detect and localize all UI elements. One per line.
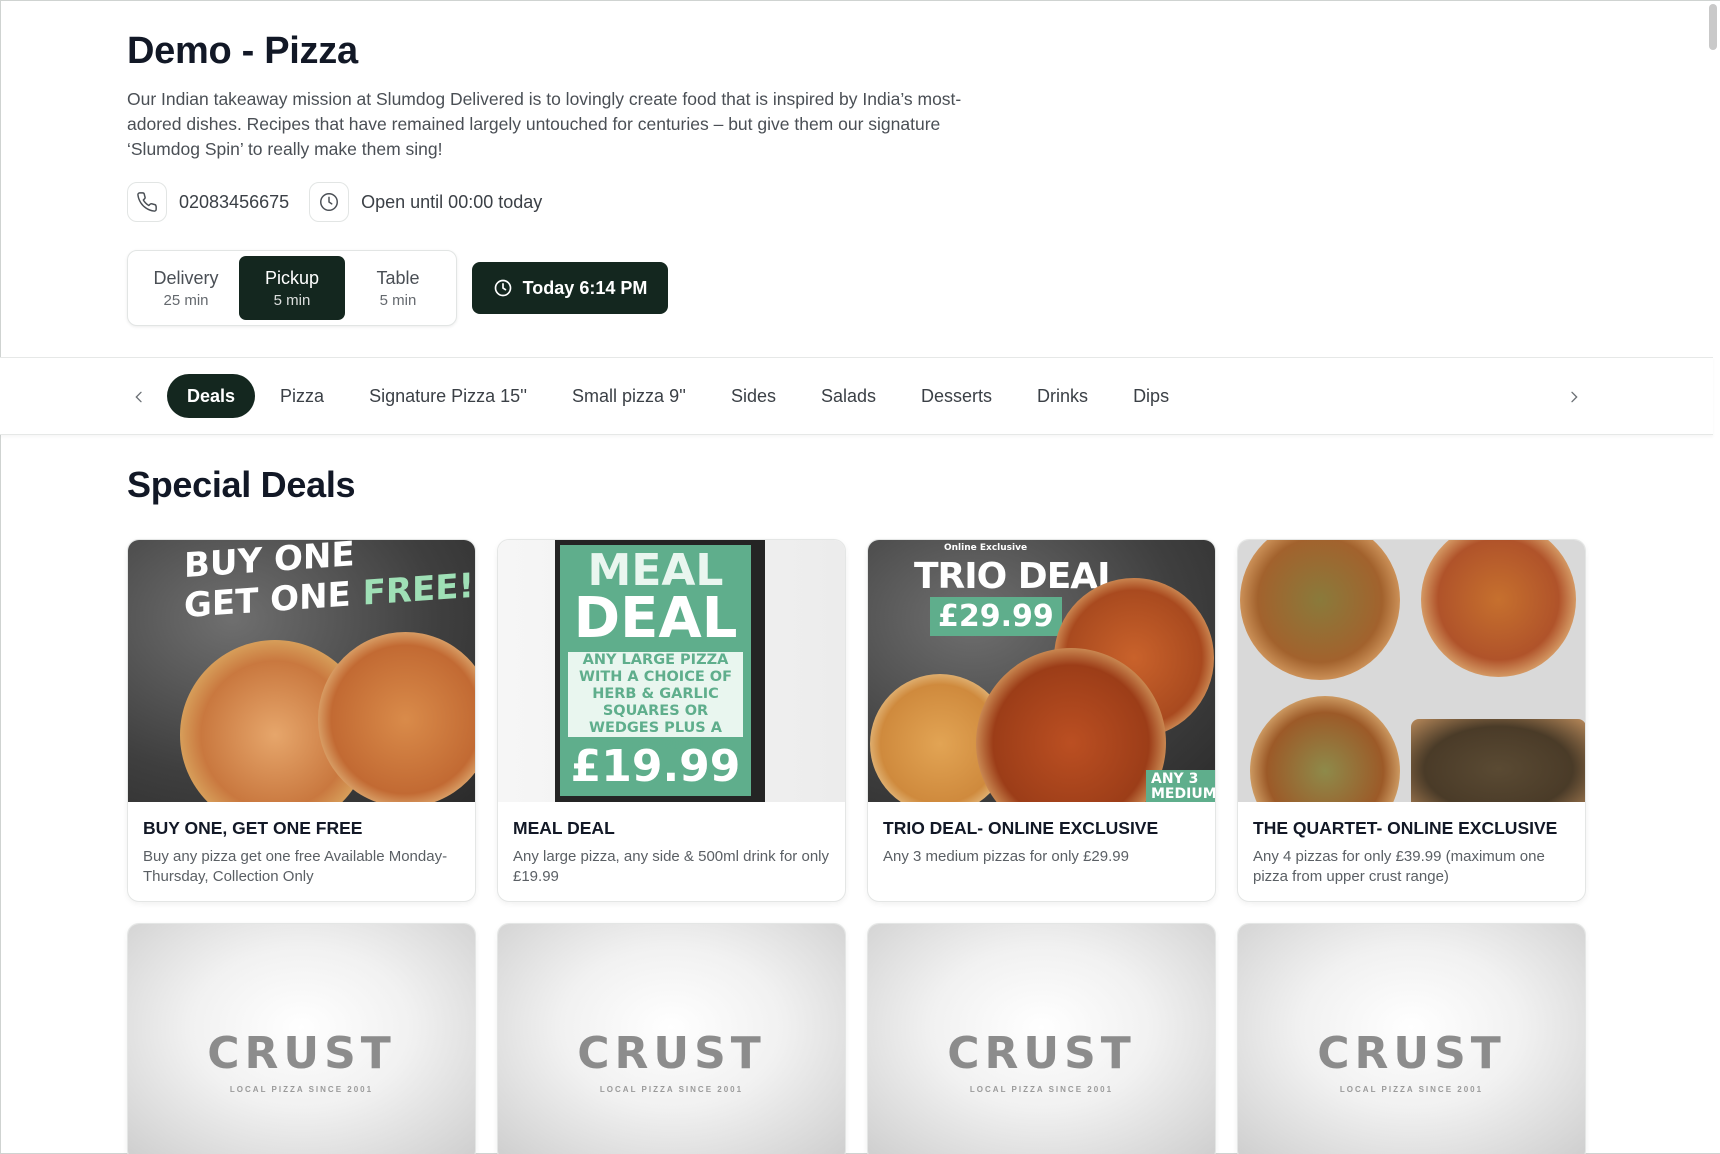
- deal-description: Any large pizza, any side & 500ml drink …: [513, 848, 829, 885]
- category-sides[interactable]: Sides: [711, 374, 796, 418]
- clock-icon: [493, 278, 513, 298]
- deal-card[interactable]: Online Exclusive TRIO DEAL £29.99 ANY 3 …: [867, 539, 1216, 902]
- crust-logo-tagline: LOCAL PIZZA SINCE 2001: [599, 1085, 744, 1094]
- deal-card-placeholder[interactable]: CRUST LOCAL PIZZA SINCE 2001: [127, 923, 476, 1154]
- deal-card-body: MEAL DEAL Any large pizza, any side & 50…: [498, 802, 845, 887]
- deal-card-body: TRIO DEAL- ONLINE EXCLUSIVE Any 3 medium…: [868, 802, 1215, 867]
- deal-card-placeholder[interactable]: CRUST LOCAL PIZZA SINCE 2001: [1237, 923, 1586, 1154]
- schedule-time-button[interactable]: Today 6:14 PM: [472, 262, 668, 314]
- deal-card[interactable]: THE QUARTET- ONLINE EXCLUSIVE Any 4 pizz…: [1237, 539, 1586, 902]
- crust-logo-text: CRUST: [207, 1028, 396, 1079]
- store-header: Demo - Pizza Our Indian takeaway mission…: [127, 30, 987, 222]
- deal-card-placeholder[interactable]: CRUST LOCAL PIZZA SINCE 2001: [497, 923, 846, 1154]
- mode-name: Pickup: [264, 267, 320, 288]
- menu-board-image: MEAL DEAL ANY LARGE PIZZA WITH A CHOICE …: [555, 540, 765, 802]
- mode-time: 5 min: [273, 291, 311, 309]
- deal-image-text: £29.99: [930, 597, 1062, 636]
- store-phone[interactable]: 02083456675: [179, 192, 289, 213]
- deal-image-text: ANY LARGE PIZZA WITH A CHOICE OF HERB & …: [568, 652, 743, 753]
- crust-logo-tagline: LOCAL PIZZA SINCE 2001: [969, 1085, 1114, 1094]
- crust-logo-text: CRUST: [947, 1028, 1136, 1079]
- category-small-pizza[interactable]: Small pizza 9'': [552, 374, 706, 418]
- deal-image-text: DEAL: [573, 586, 738, 651]
- section-title: Special Deals: [127, 464, 356, 505]
- category-dips[interactable]: Dips: [1113, 374, 1189, 418]
- deal-image: Online Exclusive TRIO DEAL £29.99 ANY 3 …: [868, 540, 1215, 802]
- deal-card-placeholder[interactable]: CRUST LOCAL PIZZA SINCE 2001: [867, 923, 1216, 1154]
- category-pizza[interactable]: Pizza: [260, 374, 344, 418]
- page-scrollbar[interactable]: [1709, 4, 1717, 50]
- deal-title: TRIO DEAL- ONLINE EXCLUSIVE: [883, 818, 1159, 838]
- category-drinks[interactable]: Drinks: [1017, 374, 1108, 418]
- category-deals[interactable]: Deals: [167, 374, 256, 418]
- order-mode-selector: Delivery 25 min Pickup 5 min Table 5 min: [127, 250, 457, 326]
- crust-logo-image: CRUST LOCAL PIZZA SINCE 2001: [868, 924, 1215, 1154]
- mode-pickup-button[interactable]: Pickup 5 min: [239, 256, 345, 320]
- store-title: Demo - Pizza: [127, 30, 358, 72]
- mode-name: Table: [376, 267, 420, 288]
- crust-logo-text: CRUST: [577, 1028, 766, 1079]
- mode-time: 25 min: [163, 291, 209, 309]
- crust-logo-image: CRUST LOCAL PIZZA SINCE 2001: [498, 924, 845, 1154]
- phone-icon: [127, 182, 167, 222]
- deal-title: BUY ONE, GET ONE FREE: [143, 818, 363, 838]
- mode-time: 5 min: [379, 291, 417, 309]
- deal-image-text: £19.99: [570, 741, 741, 792]
- mode-table-button[interactable]: Table 5 min: [345, 256, 451, 320]
- deal-description: Any 4 pizzas for only £39.99 (maximum on…: [1253, 848, 1545, 885]
- store-info-row: 02083456675 Open until 00:00 today: [127, 182, 987, 222]
- deal-title: THE QUARTET- ONLINE EXCLUSIVE: [1253, 818, 1558, 838]
- deal-image: [1238, 540, 1585, 802]
- deal-description: Buy any pizza get one free Available Mon…: [143, 848, 448, 885]
- crust-logo-image: CRUST LOCAL PIZZA SINCE 2001: [1238, 924, 1585, 1154]
- category-salads[interactable]: Salads: [801, 374, 896, 418]
- category-signature-pizza[interactable]: Signature Pizza 15'': [349, 374, 547, 418]
- crust-logo-tagline: LOCAL PIZZA SINCE 2001: [1339, 1085, 1484, 1094]
- category-list: Deals Pizza Signature Pizza 15'' Small p…: [167, 374, 1194, 418]
- deal-image: BUY ONE GET ONE FREE!: [128, 540, 475, 802]
- deal-image: MEAL DEAL ANY LARGE PIZZA WITH A CHOICE …: [498, 540, 845, 802]
- square-pizza-image: [1411, 719, 1585, 802]
- deal-card-body: THE QUARTET- ONLINE EXCLUSIVE Any 4 pizz…: [1238, 802, 1585, 887]
- mode-delivery-button[interactable]: Delivery 25 min: [133, 256, 239, 320]
- crust-logo-text: CRUST: [1317, 1028, 1506, 1079]
- chevron-left-icon[interactable]: [124, 382, 154, 412]
- crust-logo-image: CRUST LOCAL PIZZA SINCE 2001: [128, 924, 475, 1154]
- category-nav: Deals Pizza Signature Pizza 15'' Small p…: [0, 357, 1713, 435]
- schedule-time-label: Today 6:14 PM: [522, 277, 648, 298]
- deal-image-text: ANY 3 MEDIUM: [1146, 770, 1215, 802]
- store-hours: Open until 00:00 today: [361, 191, 543, 212]
- deal-card-body: BUY ONE, GET ONE FREE Buy any pizza get …: [128, 802, 475, 887]
- deal-card[interactable]: BUY ONE GET ONE FREE! BUY ONE, GET ONE F…: [127, 539, 476, 902]
- chevron-right-icon[interactable]: [1559, 382, 1589, 412]
- store-description: Our Indian takeaway mission at Slumdog D…: [127, 89, 962, 159]
- deal-card[interactable]: MEAL DEAL ANY LARGE PIZZA WITH A CHOICE …: [497, 539, 846, 902]
- deal-description: Any 3 medium pizzas for only £29.99: [883, 848, 1129, 865]
- mode-name: Delivery: [153, 267, 219, 288]
- deal-image-text: Online Exclusive: [944, 543, 1028, 553]
- order-mode-row: Delivery 25 min Pickup 5 min Table 5 min…: [127, 250, 668, 326]
- clock-icon: [309, 182, 350, 222]
- crust-logo-tagline: LOCAL PIZZA SINCE 2001: [229, 1085, 374, 1094]
- deal-title: MEAL DEAL: [513, 818, 615, 838]
- category-desserts[interactable]: Desserts: [901, 374, 1012, 418]
